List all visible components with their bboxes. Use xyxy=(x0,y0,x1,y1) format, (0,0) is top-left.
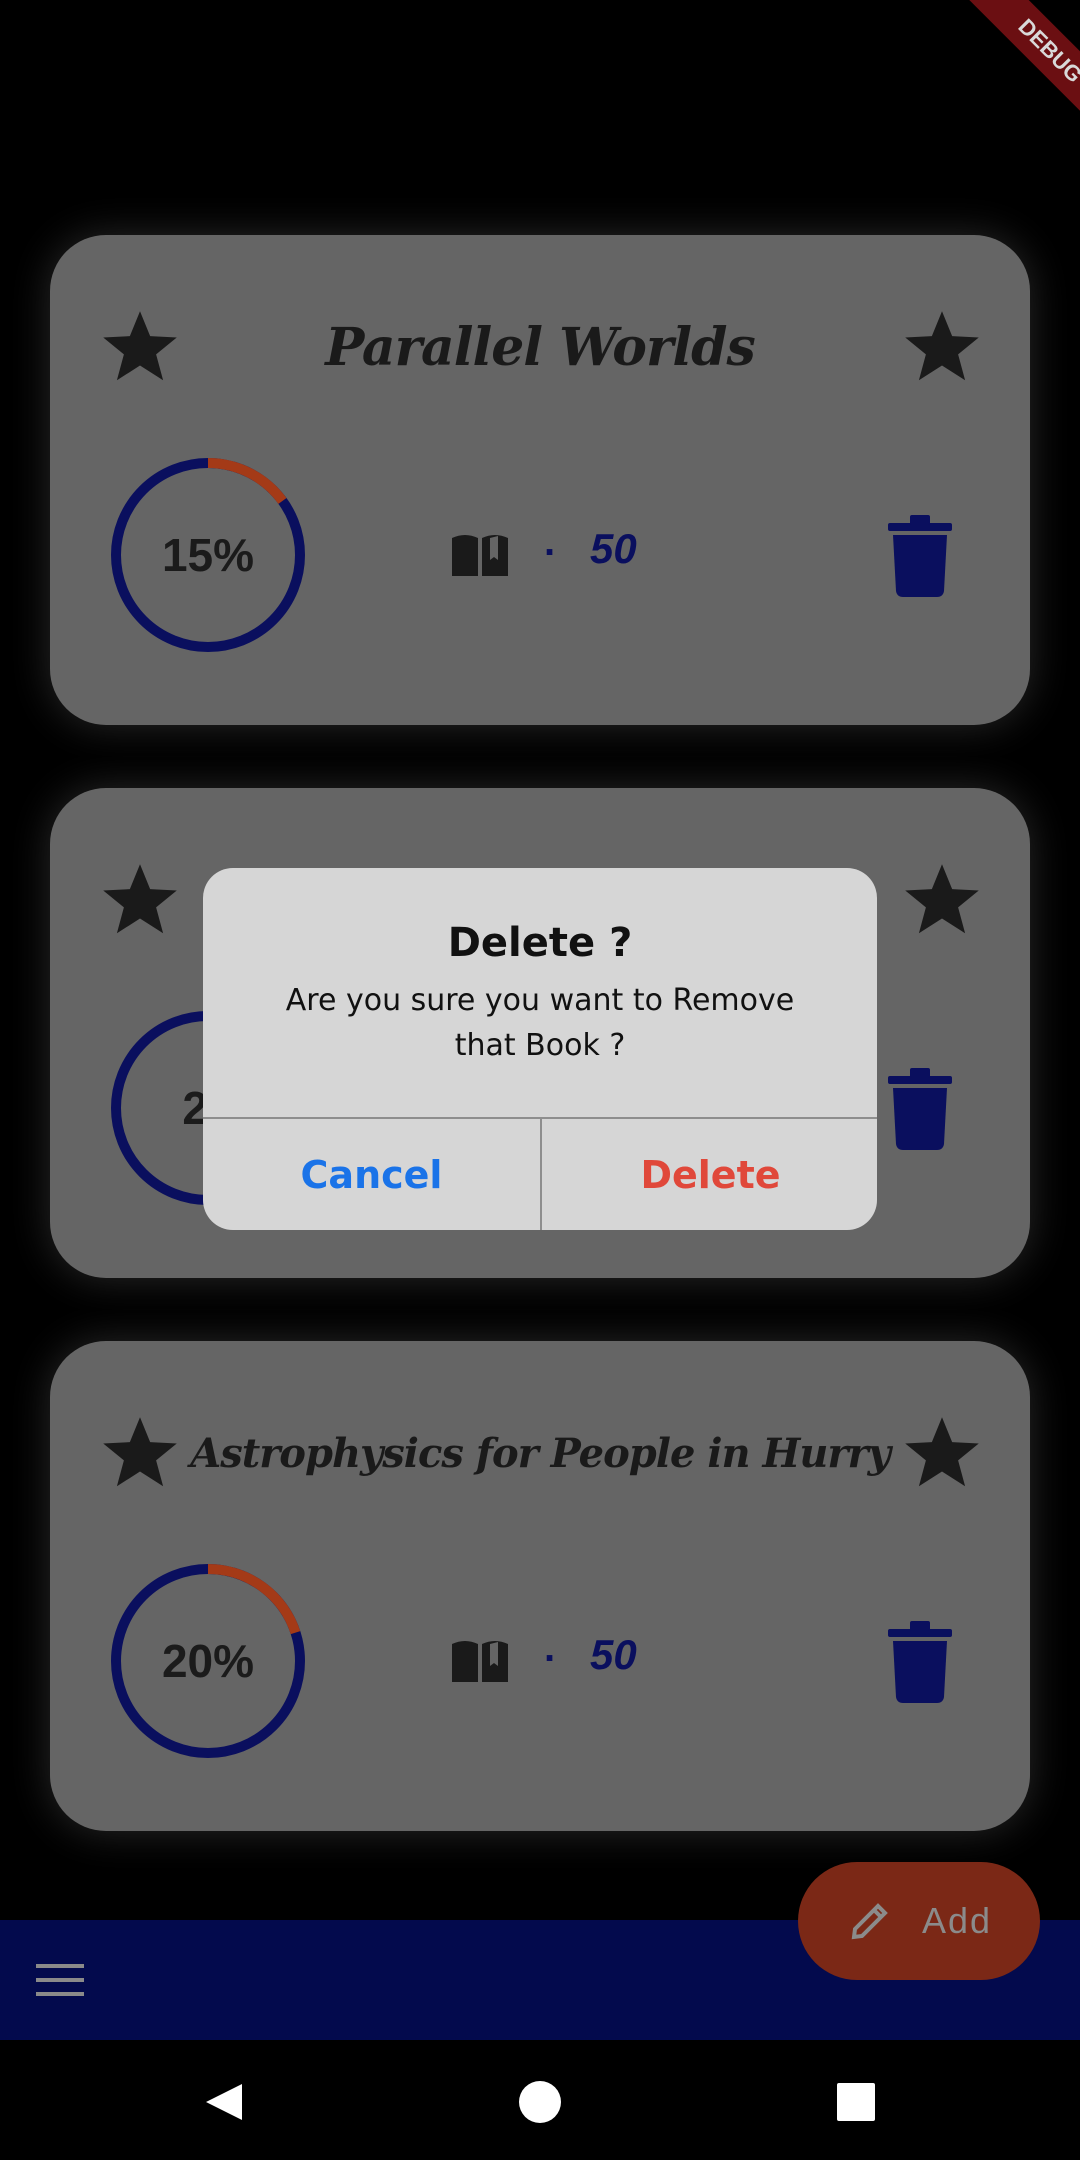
trash-icon[interactable] xyxy=(888,1068,952,1150)
star-icon[interactable] xyxy=(98,858,182,942)
progress-percent: 20% xyxy=(161,1635,255,1687)
pencil-icon xyxy=(851,1903,888,1940)
progress-percent: 15% xyxy=(161,529,255,581)
book-title: Astrophysics for People in Hurry xyxy=(190,1429,891,1477)
trash-icon[interactable] xyxy=(888,515,952,597)
separator: . xyxy=(544,520,556,564)
separator: . xyxy=(544,1626,556,1670)
debug-banner: DEBUG xyxy=(930,0,1080,150)
page-count: 50 xyxy=(590,525,637,572)
star-icon[interactable] xyxy=(98,1411,182,1495)
recents-square-icon[interactable] xyxy=(836,2082,876,2122)
add-book-button[interactable]: Add xyxy=(798,1862,1040,1980)
home-circle-icon[interactable] xyxy=(518,2080,562,2124)
cancel-button[interactable]: Cancel xyxy=(203,1119,540,1230)
page-count: 50 xyxy=(590,1631,637,1678)
star-icon[interactable] xyxy=(900,305,984,389)
book-title: Parallel Worlds xyxy=(325,316,756,378)
add-button-label: Add xyxy=(921,1900,993,1941)
book-card[interactable]: Astrophysics for People in Hurry 20% . 5… xyxy=(50,1341,1030,1831)
system-navigation-bar xyxy=(0,2040,1080,2160)
trash-icon[interactable] xyxy=(888,1621,952,1703)
delete-confirm-dialog: Delete ? Are you sure you want to Remove… xyxy=(203,868,877,1230)
back-triangle-icon[interactable] xyxy=(202,2080,246,2124)
star-icon[interactable] xyxy=(900,858,984,942)
dialog-title: Delete ? xyxy=(447,920,633,966)
debug-label: DEBUG xyxy=(1013,13,1080,88)
open-book-icon xyxy=(452,1641,508,1682)
star-icon[interactable] xyxy=(900,1411,984,1495)
dialog-message: Are you sure you want to Remove that Boo… xyxy=(285,983,795,1063)
delete-button[interactable]: Delete xyxy=(542,1119,877,1230)
open-book-icon xyxy=(452,535,508,576)
star-icon[interactable] xyxy=(98,305,182,389)
book-card[interactable]: Parallel Worlds 15% . 50 xyxy=(50,235,1030,725)
hamburger-menu-icon[interactable] xyxy=(36,1960,84,2000)
